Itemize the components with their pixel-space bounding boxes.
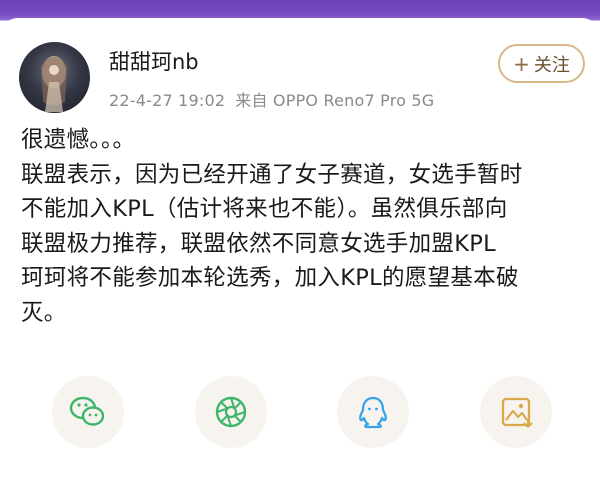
wechat-icon: [69, 396, 105, 426]
post-text-line: 灭。: [21, 299, 67, 326]
post-timestamp: 22-4-27 19:02: [109, 91, 226, 110]
post-meta: 22-4-27 19:02 来自 OPPO Reno7 Pro 5G: [109, 87, 434, 111]
avatar-image: [41, 56, 67, 112]
post-text-line: 珂珂将不能参加本轮选秀，加入KPL的愿望基本破: [21, 265, 519, 291]
share-wechat-button[interactable]: [52, 376, 124, 448]
moments-icon: [215, 396, 247, 428]
post-source: 来自 OPPO Reno7 Pro 5G: [235, 91, 435, 110]
username[interactable]: 甜甜珂nb: [109, 46, 199, 76]
post-text-line: 联盟表示，因为已经开通了女子赛道，女选手暂时: [21, 161, 523, 188]
qq-icon: [359, 396, 387, 429]
post-text-line: 不能加入KPL（估计将来也不能）。虽然俱乐部向: [21, 196, 508, 222]
share-moments-button[interactable]: [195, 376, 267, 448]
post-text-line: 联盟极力推荐，联盟依然不同意女选手加盟KPL: [21, 230, 496, 257]
post-text-line: 很遗憾。。。: [21, 127, 136, 153]
share-bar: [0, 368, 600, 448]
save-image-button[interactable]: [480, 376, 552, 448]
post-text: 很遗憾。。。 联盟表示，因为已经开通了女子赛道，女选手暂时 不能加入KPL（估计…: [21, 123, 591, 330]
follow-label: 关注: [533, 54, 570, 76]
follow-button[interactable]: + 关注: [498, 44, 585, 83]
plus-icon: +: [513, 51, 530, 76]
avatar[interactable]: [19, 42, 90, 113]
save-image-icon: [501, 397, 533, 428]
share-qq-button[interactable]: [337, 376, 409, 448]
